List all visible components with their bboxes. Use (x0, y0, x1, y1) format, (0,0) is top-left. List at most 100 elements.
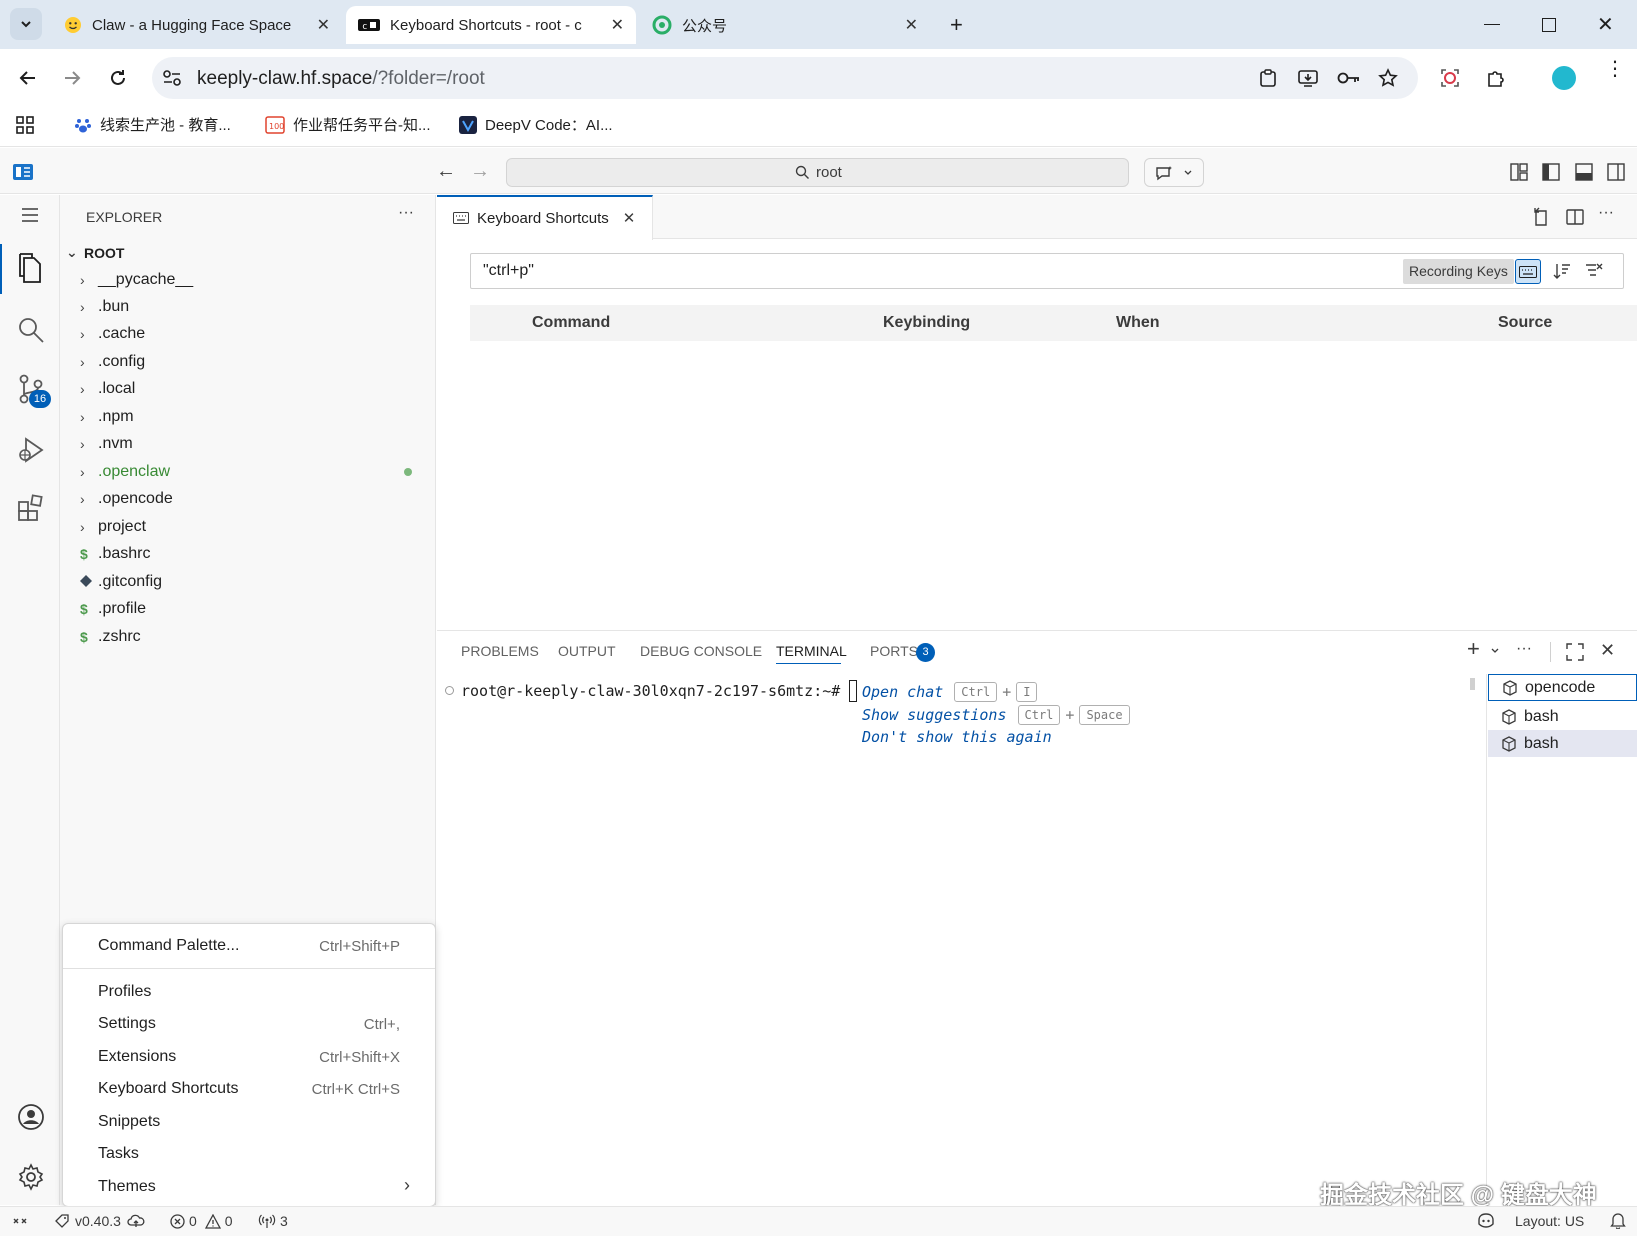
manage-gear-icon[interactable] (17, 1163, 45, 1191)
tree-file[interactable]: $ .bashrc (80, 545, 150, 563)
clear-filter-icon[interactable] (1585, 262, 1603, 280)
tree-folder[interactable]: › .npm (80, 408, 134, 426)
column-header-source[interactable]: Source (1498, 314, 1552, 332)
column-header-when[interactable]: When (1116, 314, 1160, 332)
clipboard-icon[interactable] (1258, 68, 1278, 88)
tree-folder[interactable]: › project (80, 518, 146, 536)
keyboard-layout-status[interactable]: Layout: US (1515, 1213, 1584, 1229)
customize-layout-icon[interactable] (1510, 163, 1528, 181)
close-icon[interactable]: ✕ (317, 15, 330, 35)
close-window-button[interactable]: ✕ (1597, 12, 1614, 37)
tree-folder[interactable]: › .bun (80, 298, 129, 316)
tree-file[interactable]: $ .profile (80, 600, 146, 618)
copilot-icon[interactable] (1476, 1212, 1496, 1228)
tab-ports[interactable]: PORTS (870, 643, 918, 659)
code-server-logo-icon[interactable] (13, 163, 35, 181)
terminal-item-bash-selected[interactable]: bash (1488, 730, 1637, 757)
files-icon[interactable] (16, 252, 44, 284)
bookmark-item[interactable]: DeepV Code：AI... (459, 114, 613, 135)
terminal-hint-open-chat[interactable]: Open chat Ctrl + I (862, 682, 1038, 702)
accounts-icon[interactable] (17, 1103, 45, 1131)
open-keybindings-json-icon[interactable] (1531, 207, 1551, 227)
notifications-bell-icon[interactable] (1610, 1212, 1626, 1229)
tree-folder[interactable]: › .config (80, 353, 145, 371)
root-folder-header[interactable]: ⌄ ROOT (66, 244, 124, 261)
run-debug-icon[interactable] (16, 435, 46, 465)
nav-forward-button[interactable]: → (470, 160, 490, 183)
terminal-hint-dont-show[interactable]: Don't show this again (862, 728, 1052, 746)
column-header-keybinding[interactable]: Keybinding (883, 314, 970, 332)
bookmark-item[interactable]: 线索生产池 - 教育... (74, 114, 231, 135)
problems-status[interactable]: 0 0 (170, 1213, 233, 1229)
command-center[interactable]: root (506, 158, 1129, 187)
keybindings-search-input[interactable]: "ctrl+p" Recording Keys (470, 253, 1624, 289)
browser-tab-keyboard-shortcuts[interactable]: c Keyboard Shortcuts - root - c ✕ (346, 6, 636, 44)
browser-tab-wechat[interactable]: 公众号 ✕ (640, 6, 930, 44)
profile-avatar[interactable] (1552, 66, 1576, 90)
menu-item-settings[interactable]: Settings (98, 1015, 156, 1033)
browser-menu-icon[interactable]: ⋮ (1605, 59, 1625, 79)
tree-folder[interactable]: › __pycache__ (80, 271, 193, 289)
back-arrow-icon[interactable] (18, 68, 38, 88)
minimize-button[interactable] (1484, 24, 1500, 25)
terminal-item-bash[interactable]: bash (1488, 703, 1637, 730)
menu-item-profiles[interactable]: Profiles (98, 983, 151, 1001)
chat-button[interactable] (1144, 158, 1204, 187)
editor-tab-keyboard-shortcuts[interactable]: Keyboard Shortcuts ✕ (437, 195, 653, 240)
version-status[interactable]: v0.40.3 (55, 1213, 145, 1229)
toggle-secondary-sidebar-icon[interactable] (1607, 163, 1625, 181)
split-editor-icon[interactable] (1565, 207, 1585, 227)
forward-arrow-icon[interactable] (62, 68, 82, 88)
search-icon[interactable] (17, 316, 45, 344)
terminal-hint-show-suggestions[interactable]: Show suggestions Ctrl + Space (862, 705, 1130, 725)
remote-indicator-icon[interactable] (12, 1213, 28, 1229)
tree-folder-modified[interactable]: › .openclaw (80, 463, 170, 481)
chevron-down-icon[interactable] (1490, 646, 1500, 656)
ports-status[interactable]: 3 (258, 1213, 288, 1229)
tree-file[interactable]: .gitconfig (80, 573, 162, 591)
tab-terminal[interactable]: TERMINAL (776, 643, 847, 659)
menu-item-themes[interactable]: Themes (98, 1178, 156, 1196)
toggle-panel-icon[interactable] (1575, 163, 1593, 181)
tree-folder[interactable]: › .nvm (80, 435, 133, 453)
extensions-icon[interactable] (17, 494, 45, 522)
maximize-button[interactable] (1542, 18, 1556, 32)
site-info-icon[interactable] (162, 69, 182, 87)
sort-by-precedence-icon[interactable] (1553, 262, 1571, 280)
tree-folder[interactable]: › .opencode (80, 490, 173, 508)
bookmark-star-icon[interactable] (1378, 68, 1398, 88)
url-text[interactable]: keeply-claw.hf.space/?folder=/root (197, 68, 485, 90)
bookmark-item[interactable]: 100 作业帮任务平台-知... (265, 114, 431, 135)
close-icon[interactable]: ✕ (623, 209, 636, 227)
toggle-primary-sidebar-icon[interactable] (1542, 163, 1560, 181)
tab-search-button[interactable] (10, 8, 42, 40)
extensions-puzzle-icon[interactable] (1486, 68, 1506, 88)
record-keys-icon[interactable] (1515, 259, 1541, 284)
editor-more-actions[interactable]: ··· (1598, 204, 1614, 222)
tree-file[interactable]: $ .zshrc (80, 628, 141, 646)
tree-folder[interactable]: › .local (80, 380, 135, 398)
browser-tab-claw[interactable]: Claw - a Hugging Face Space ✕ (52, 6, 342, 44)
maximize-panel-icon[interactable] (1566, 643, 1584, 661)
terminal-item-opencode[interactable]: opencode (1488, 674, 1637, 701)
reload-icon[interactable] (108, 68, 128, 88)
nav-back-button[interactable]: ← (436, 160, 456, 183)
menu-item-command-palette[interactable]: Command Palette... (98, 937, 239, 955)
menu-item-extensions[interactable]: Extensions (98, 1048, 176, 1066)
explorer-more-button[interactable]: ··· (398, 204, 414, 222)
apps-grid-icon[interactable] (16, 116, 34, 134)
close-icon[interactable]: ✕ (611, 15, 624, 35)
password-key-icon[interactable] (1337, 70, 1361, 86)
install-app-icon[interactable] (1297, 68, 1319, 88)
terminal-scrollbar[interactable] (1470, 678, 1475, 690)
menu-item-tasks[interactable]: Tasks (98, 1145, 139, 1163)
close-icon[interactable]: ✕ (905, 15, 918, 35)
tree-folder[interactable]: › .cache (80, 325, 145, 343)
tab-problems[interactable]: PROBLEMS (461, 643, 539, 659)
new-terminal-button[interactable]: + (1467, 636, 1480, 662)
tab-output[interactable]: OUTPUT (558, 643, 616, 659)
column-header-command[interactable]: Command (532, 314, 610, 332)
tab-debug-console[interactable]: DEBUG CONSOLE (640, 643, 762, 659)
close-panel-icon[interactable]: ✕ (1600, 640, 1615, 661)
menu-hamburger-icon[interactable] (21, 208, 39, 222)
